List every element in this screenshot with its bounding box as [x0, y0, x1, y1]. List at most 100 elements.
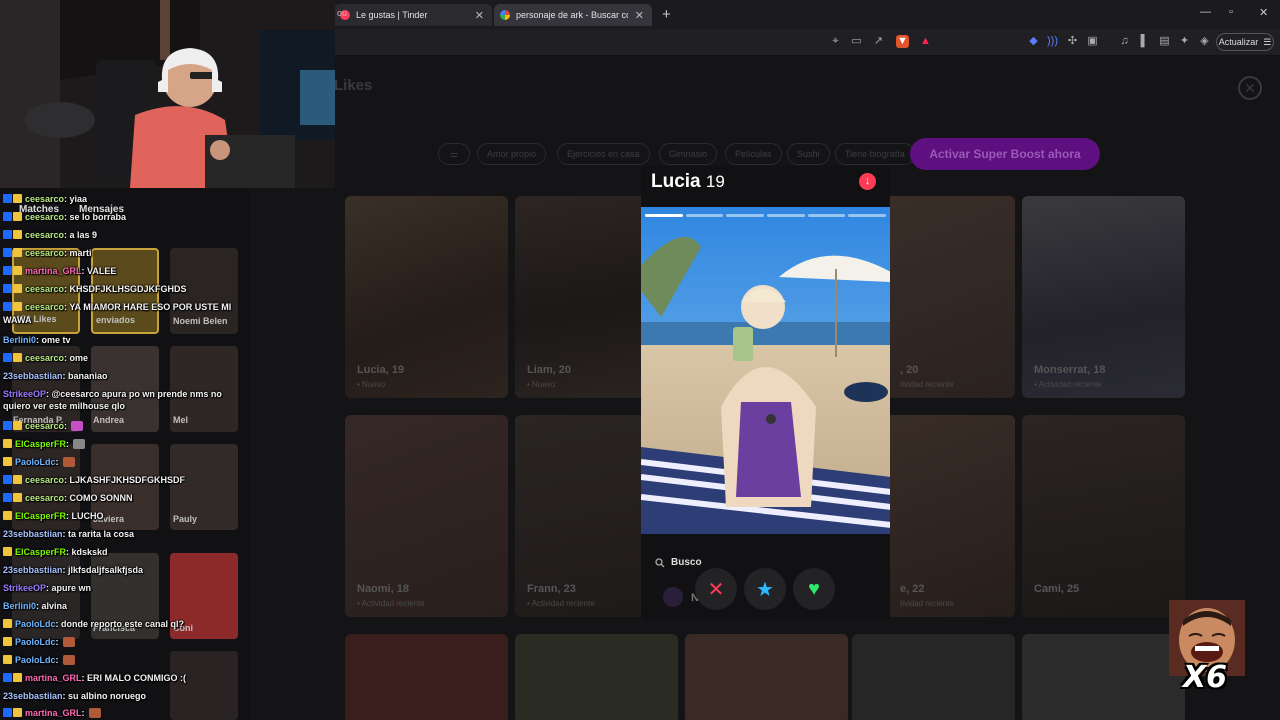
chat-text: : VALEE — [81, 266, 117, 276]
chat-message: PaoloLdc: — [3, 636, 75, 649]
chat-username[interactable]: ceesarco — [25, 230, 64, 240]
super-boost-button[interactable]: Activar Super Boost ahora — [910, 138, 1100, 170]
like-card[interactable] — [685, 634, 848, 720]
profile-name: Lucia 19 — [651, 171, 725, 193]
chat-username[interactable]: ceesarco — [25, 212, 64, 222]
like-card[interactable]: Monserrat, 18 • Actividad reciente — [1022, 196, 1185, 398]
like-card[interactable]: Lucia, 19 • Nuevo — [345, 196, 508, 398]
badge-icon — [13, 284, 22, 293]
card-status: tividad reciente — [900, 599, 954, 608]
chat-username[interactable]: ElCasperFR — [15, 439, 66, 449]
filter-chip[interactable]: Amor propio — [477, 143, 547, 165]
filter-chip[interactable]: Sushi — [787, 143, 830, 165]
filter-chip[interactable]: Ejercicios en casa — [557, 143, 650, 165]
profile-photo[interactable] — [641, 207, 890, 534]
brave-rewards-icon[interactable]: ▲ — [919, 35, 932, 48]
chat-username[interactable]: PaoloLdc — [15, 637, 56, 647]
chat-username[interactable]: ceesarco — [25, 194, 64, 204]
like-card[interactable] — [852, 634, 1015, 720]
chat-username[interactable]: ceesarco — [25, 248, 64, 258]
close-window-icon[interactable]: ✕ — [1259, 6, 1268, 19]
chat-username[interactable]: ceesarco — [25, 421, 64, 431]
like-card[interactable] — [345, 634, 508, 720]
like-card[interactable] — [1022, 634, 1185, 720]
reading-list-icon[interactable]: ▣ — [1086, 35, 1099, 48]
location-icon[interactable]: ⌖ — [829, 35, 842, 48]
wallet-icon[interactable]: ▤ — [1158, 35, 1171, 48]
media-icon[interactable]: ♫ — [1118, 35, 1131, 48]
chat-username[interactable]: ceesarco — [25, 475, 64, 485]
chat-username[interactable]: 23sebbastiian — [3, 565, 63, 575]
tab-tinder[interactable]: Le gustas | Tinder ✕ — [334, 4, 492, 26]
share-icon[interactable]: ↗ — [872, 35, 885, 48]
like-card[interactable]: Naomi, 18 • Actividad reciente — [345, 415, 508, 617]
chat-username[interactable]: PaoloLdc — [15, 655, 56, 665]
chat-username[interactable]: 23sebbastiian — [3, 529, 63, 539]
tab-google-search[interactable]: personaje de ark - Buscar con Go ✕ — [494, 4, 652, 26]
new-tab-button[interactable]: + — [662, 6, 671, 23]
chat-text: : marti — [64, 248, 92, 258]
menu-icon: ☰ — [1263, 36, 1272, 47]
like-button[interactable]: ♥ — [793, 568, 835, 610]
badge-icon — [3, 655, 12, 664]
chat-message: ceesarco: LJKASHFJKHSDFGKHSDF — [3, 474, 185, 487]
collapse-profile-icon[interactable]: ↓ — [859, 173, 876, 190]
super-like-button[interactable]: ★ — [744, 568, 786, 610]
card-status: • Nuevo — [527, 380, 556, 389]
filter-chip[interactable]: Tiene biografía — [835, 143, 915, 165]
url-text[interactable]: ou — [337, 8, 347, 18]
filter-icon-chip[interactable]: ⚌ — [438, 143, 470, 165]
badge-icon — [13, 266, 22, 275]
chat-username[interactable]: Berlini0 — [3, 601, 36, 611]
chat-text: : bananiao — [62, 371, 108, 381]
nope-button[interactable]: ✕ — [695, 568, 737, 610]
badge-icon — [3, 475, 12, 484]
badge-icon — [13, 421, 22, 430]
match-name: Andrea — [93, 415, 125, 425]
brave-shield-icon[interactable]: ▼ — [896, 35, 909, 48]
close-tab-icon[interactable]: ✕ — [475, 9, 484, 22]
chat-username[interactable]: ElCasperFR — [15, 511, 66, 521]
filter-chip[interactable]: Películas — [725, 143, 782, 165]
chat-message: ceesarco: se lo borraba — [3, 211, 126, 224]
chat-text: : donde reporto este canal ql? — [55, 619, 185, 629]
like-card[interactable] — [515, 634, 678, 720]
sidebar-icon[interactable]: ▌ — [1138, 35, 1151, 48]
chat-username[interactable]: StrikeeOP — [3, 583, 46, 593]
chat-message: 23sebbastiian: ta rarita la cosa — [3, 528, 134, 540]
chat-text: : jlkfsdaljfsalkfjsda — [62, 565, 144, 575]
chat-username[interactable]: ceesarco — [25, 302, 64, 312]
match-tile[interactable] — [170, 651, 238, 720]
audio-extension-icon[interactable]: ))) — [1046, 35, 1059, 48]
leo-ai-icon[interactable]: ✦ — [1178, 35, 1191, 48]
puzzle-icon[interactable]: ✣ — [1066, 35, 1079, 48]
cast-icon[interactable]: ▭ — [850, 35, 863, 48]
update-button[interactable]: Actualizar ☰ — [1216, 33, 1274, 51]
chat-username[interactable]: martina_GRL — [25, 708, 82, 718]
chat-username[interactable]: 23sebbastiian — [3, 691, 63, 701]
chat-username[interactable]: StrikeeOP — [3, 389, 46, 399]
chat-username[interactable]: ceesarco — [25, 353, 64, 363]
chat-username[interactable]: Berlini0 — [3, 335, 36, 345]
close-icon[interactable]: ✕ — [1238, 76, 1262, 100]
close-tab-icon[interactable]: ✕ — [635, 9, 644, 22]
tab-title: personaje de ark - Buscar con Go — [516, 10, 628, 20]
chat-username[interactable]: PaoloLdc — [15, 457, 56, 467]
chat-username[interactable]: ceesarco — [25, 284, 64, 294]
chat-username[interactable]: martina_GRL — [25, 266, 82, 276]
chat-text: : kdskskd — [66, 547, 108, 557]
extension-icon[interactable]: ◆ — [1027, 35, 1040, 48]
chat-username[interactable]: ElCasperFR — [15, 547, 66, 557]
chat-message: ceesarco: KHSDFJKLHSGDJKFGHDS — [3, 283, 187, 296]
vpn-shield-icon[interactable]: ◈ — [1198, 35, 1211, 48]
chat-username[interactable]: PaoloLdc — [15, 619, 56, 629]
maximize-icon[interactable]: ▫ — [1229, 6, 1233, 18]
chat-username[interactable]: 23sebbastiian — [3, 371, 63, 381]
badge-icon — [3, 194, 12, 203]
minimize-icon[interactable]: — — [1200, 6, 1211, 18]
like-card[interactable]: Cami, 25 — [1022, 415, 1185, 617]
badge-icon — [13, 302, 22, 311]
filter-chip[interactable]: Gimnasio — [659, 143, 718, 165]
chat-username[interactable]: martina_GRL — [25, 673, 82, 683]
chat-username[interactable]: ceesarco — [25, 493, 64, 503]
